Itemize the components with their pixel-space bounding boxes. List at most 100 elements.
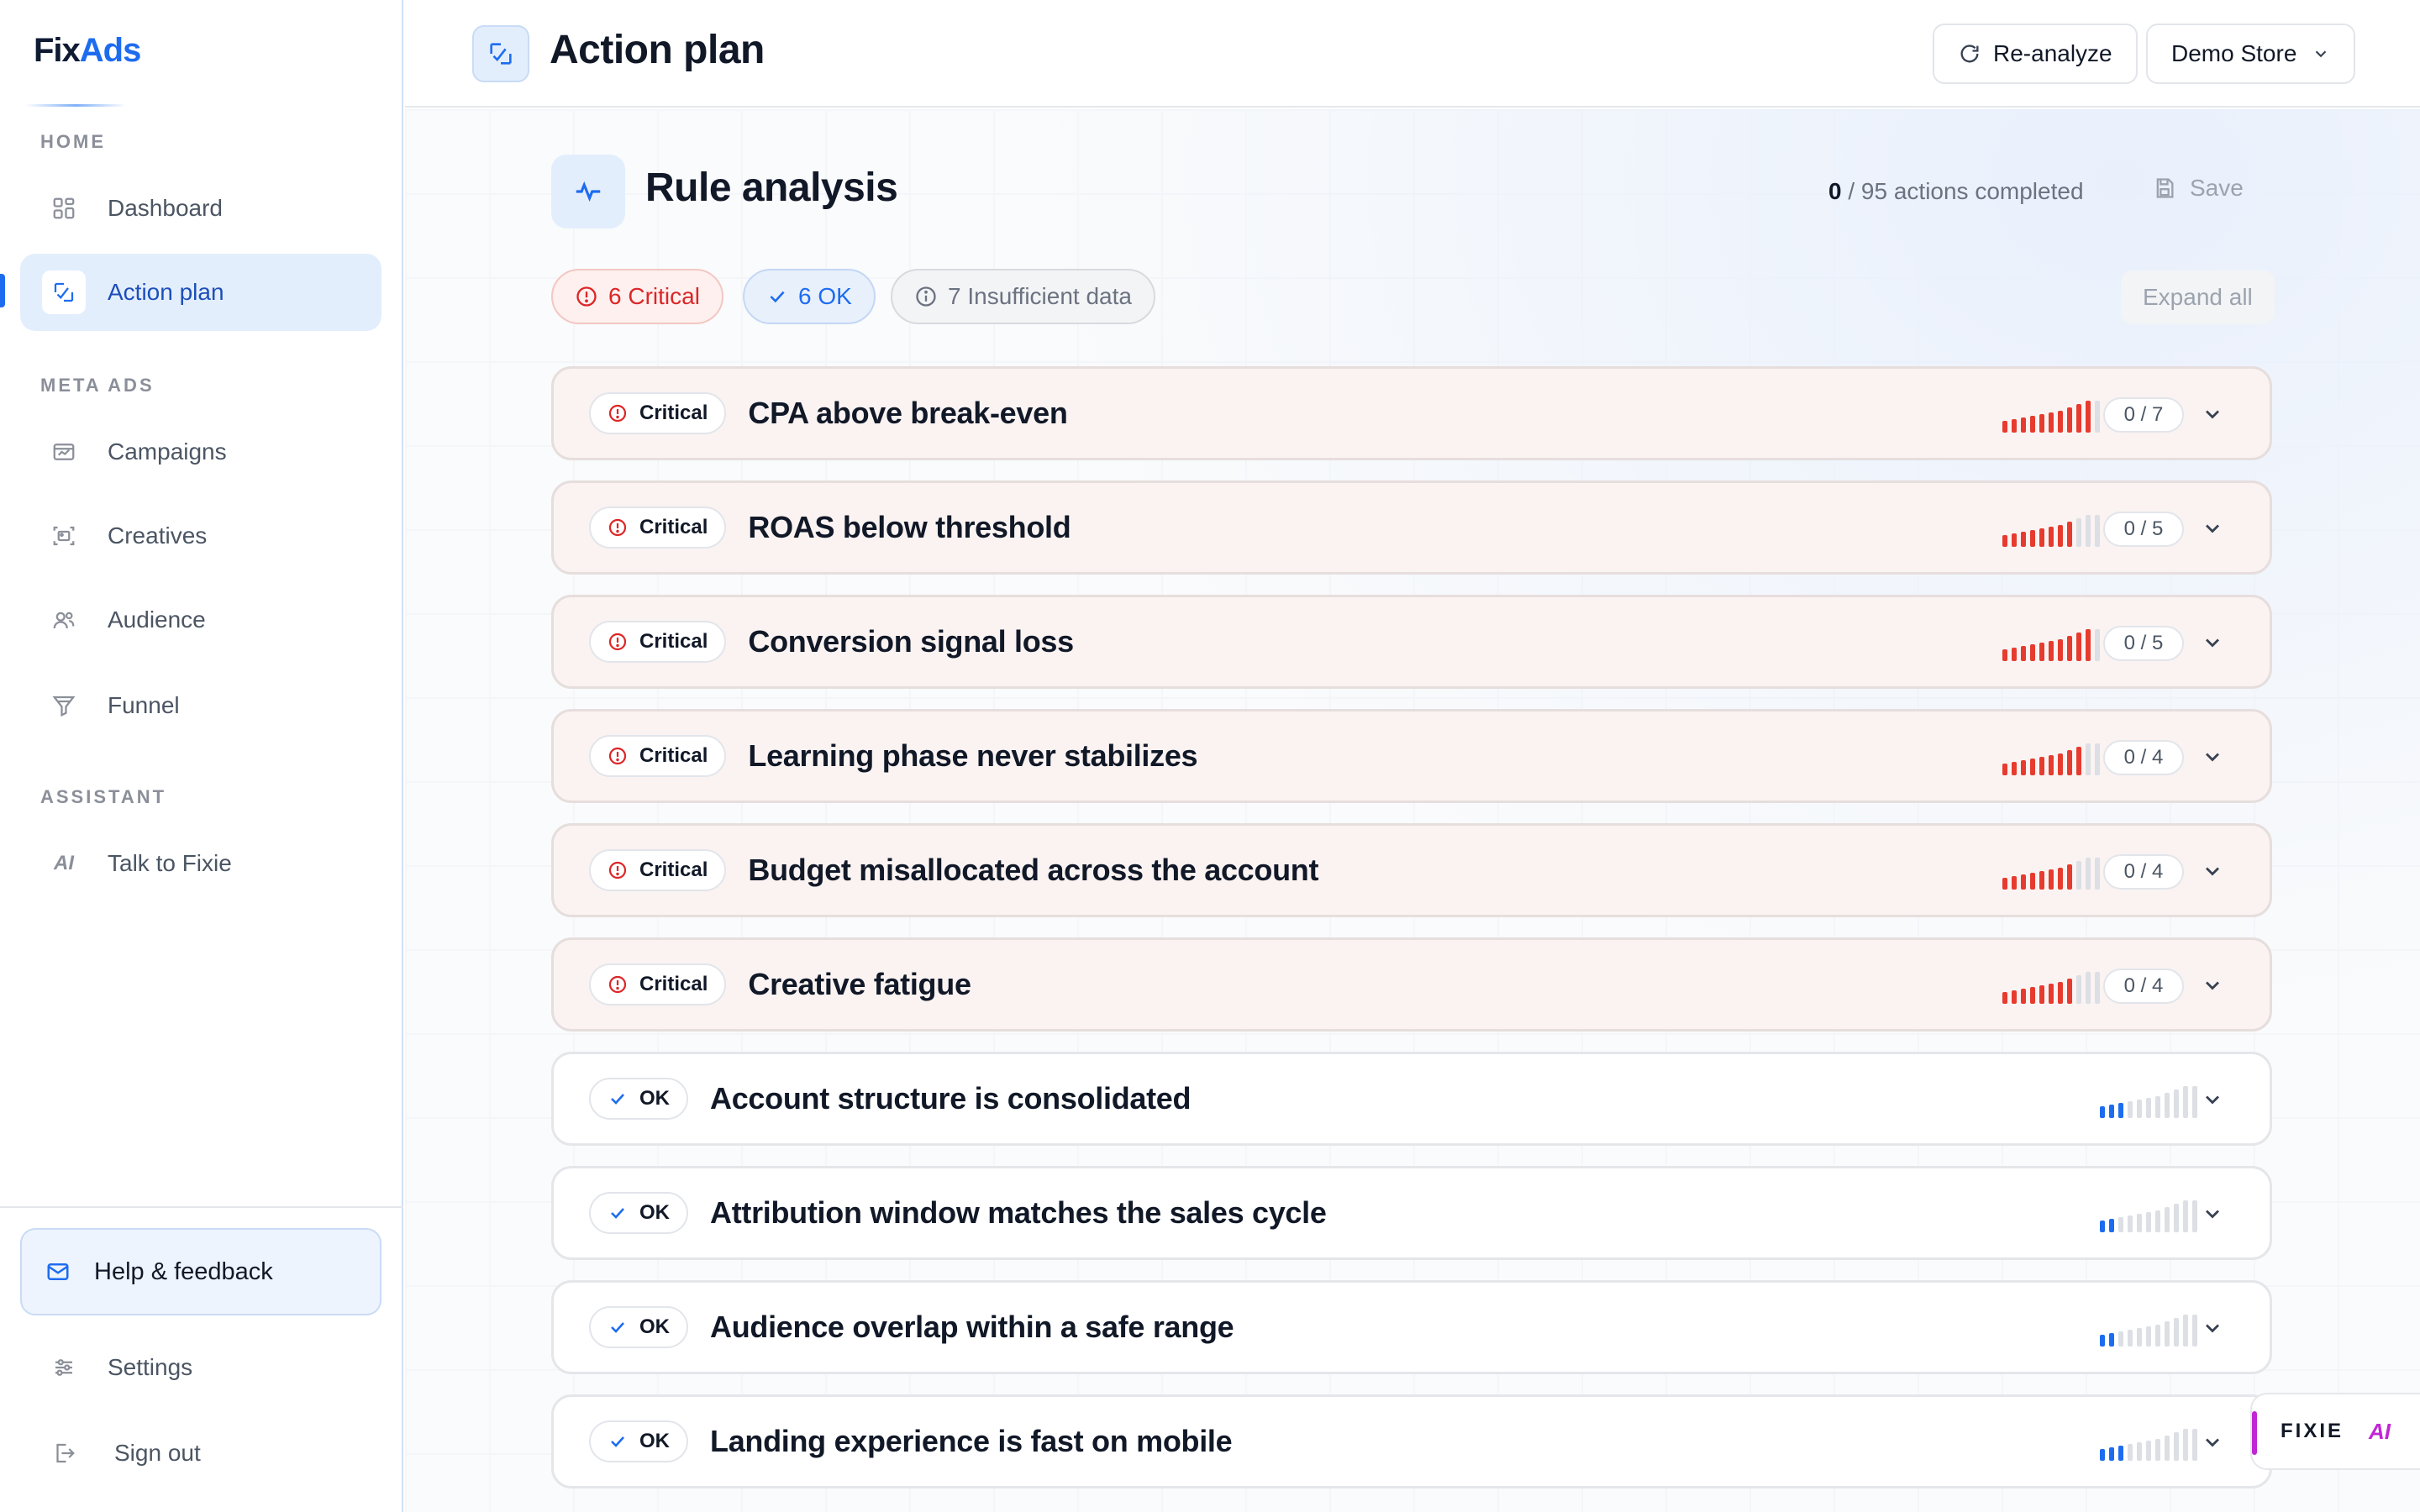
logo-text: Fix — [34, 32, 81, 69]
active-indicator — [0, 274, 5, 307]
severity-bar — [2146, 1098, 2151, 1118]
severity-bar — [2039, 757, 2044, 775]
severity-bar — [2155, 1439, 2160, 1461]
severity-bar — [2192, 1429, 2197, 1461]
logo-accent-text: Ads — [79, 32, 142, 69]
sidebar-item-funnel[interactable]: Funnel — [20, 667, 381, 744]
filter-critical-label: 6 Critical — [608, 283, 700, 309]
chevron-down-icon[interactable] — [2201, 974, 2224, 1001]
rule-row[interactable]: Critical CPA above break-even 0 / 7 — [551, 366, 2272, 460]
rule-row[interactable]: Critical ROAS below threshold 0 / 5 — [551, 480, 2272, 575]
page-title: Action plan — [550, 28, 765, 72]
severity-bar — [2086, 858, 2091, 890]
severity-bar — [2058, 411, 2063, 433]
rule-row[interactable]: Critical Conversion signal loss 0 / 5 — [551, 595, 2272, 689]
ok-badge: OK — [589, 1420, 688, 1462]
rule-title: Conversion signal loss — [748, 624, 1074, 659]
severity-bar — [2174, 1432, 2179, 1461]
severity-bar — [2021, 760, 2026, 775]
status-badge-label: OK — [639, 1087, 670, 1110]
rule-row[interactable]: Critical Budget misallocated across the a… — [551, 823, 2272, 917]
severity-meter — [2100, 1315, 2202, 1347]
chevron-down-icon[interactable] — [2201, 1431, 2224, 1458]
expand-all-button[interactable]: Expand all — [2121, 270, 2275, 324]
severity-bar — [2076, 975, 2081, 1004]
severity-bar — [2021, 646, 2026, 661]
chevron-down-icon[interactable] — [2201, 517, 2224, 544]
chevron-down-icon[interactable] — [2201, 745, 2224, 773]
filter-critical[interactable]: 6 Critical — [551, 269, 723, 324]
severity-bar — [2039, 871, 2044, 890]
app-logo[interactable]: FixAds — [34, 32, 142, 70]
re-analyze-button[interactable]: Re-analyze — [1933, 24, 2138, 84]
status-badge-label: Critical — [639, 630, 708, 653]
funnel-icon — [42, 684, 86, 727]
sidebar-item-settings[interactable]: Settings — [20, 1329, 381, 1406]
severity-bar — [2095, 743, 2100, 775]
rule-row[interactable]: Critical Learning phase never stabilizes 0… — [551, 709, 2272, 803]
critical-badge: Critical — [589, 735, 727, 777]
chevron-down-icon[interactable] — [2201, 402, 2224, 430]
severity-bar — [2058, 868, 2063, 890]
rule-title: Audience overlap within a safe range — [710, 1310, 1234, 1344]
sidebar-item-campaigns[interactable]: Campaigns — [20, 413, 381, 491]
severity-bar — [2086, 515, 2091, 547]
severity-bar — [2039, 985, 2044, 1004]
severity-meter — [2002, 743, 2104, 775]
severity-bar — [2030, 987, 2035, 1004]
severity-bar — [2100, 1449, 2105, 1461]
chevron-down-icon[interactable] — [2201, 1202, 2224, 1230]
sidebar-item-label: Talk to Fixie — [108, 850, 232, 876]
severity-bar — [2067, 636, 2072, 661]
rule-row[interactable]: OK Audience overlap within a safe range — [551, 1280, 2272, 1374]
help-feedback-button[interactable]: Help & feedback — [20, 1228, 381, 1315]
severity-bar — [2128, 1330, 2133, 1347]
rule-row[interactable]: OK Account structure is consolidated — [551, 1052, 2272, 1146]
severity-bar — [2076, 747, 2081, 775]
filter-ok-label: 6 OK — [798, 283, 852, 309]
check-icon — [611, 1208, 624, 1219]
critical-badge: Critical — [589, 507, 727, 549]
filter-ok[interactable]: 6 OK — [743, 269, 876, 324]
sidebar-item-creatives[interactable]: Creatives — [20, 497, 381, 575]
severity-bar — [2067, 522, 2072, 547]
chevron-down-icon[interactable] — [2201, 859, 2224, 887]
audience-icon — [42, 598, 86, 642]
store-selector[interactable]: Demo Store — [2146, 24, 2356, 84]
sidebar-item-talk-to-fixie[interactable]: AI Talk to Fixie — [20, 825, 381, 902]
section-label-home: HOME — [40, 131, 106, 152]
sidebar-item-dashboard[interactable]: Dashboard — [20, 170, 381, 247]
severity-bar — [2165, 1093, 2170, 1118]
chevron-down-icon[interactable] — [2201, 1316, 2224, 1344]
sidebar-item-audience[interactable]: Audience — [20, 581, 381, 659]
chevron-down-icon — [2316, 50, 2327, 58]
actions-count: 0 / 5 — [2103, 512, 2184, 547]
rule-row[interactable]: Critical Creative fatigue 0 / 4 — [551, 937, 2272, 1032]
actions-count: 0 / 4 — [2103, 969, 2184, 1004]
severity-bar — [2118, 1446, 2123, 1461]
severity-bar — [2095, 629, 2100, 661]
sidebar-item-label: Settings — [108, 1354, 193, 1380]
severity-bar — [2049, 641, 2054, 661]
severity-bar — [2030, 873, 2035, 890]
rule-row[interactable]: OK Attribution window matches the sales c… — [551, 1166, 2272, 1260]
severity-bar — [2109, 1105, 2114, 1118]
chevron-down-icon[interactable] — [2201, 631, 2224, 659]
campaigns-icon — [42, 430, 86, 474]
severity-bar — [2021, 417, 2026, 433]
severity-bar — [2086, 629, 2091, 661]
severity-bar — [2100, 1335, 2105, 1347]
severity-bar — [2058, 525, 2063, 547]
rule-row[interactable]: OK Landing experience is fast on mobile — [551, 1394, 2272, 1488]
sidebar-item-action-plan[interactable]: Action plan — [20, 254, 381, 331]
severity-bar — [2155, 1096, 2160, 1118]
severity-bar — [2165, 1321, 2170, 1347]
severity-bar — [2076, 861, 2081, 890]
sidebar-item-sign-out[interactable]: Sign out — [20, 1415, 381, 1492]
severity-bar — [2086, 743, 2091, 775]
severity-bar — [2095, 515, 2100, 547]
filter-insufficient-data[interactable]: 7 Insufficient data — [891, 269, 1155, 324]
chevron-down-icon[interactable] — [2201, 1088, 2224, 1116]
save-button[interactable]: Save — [2153, 175, 2244, 202]
fixie-assistant-launcher[interactable]: FIXIE AI — [2250, 1393, 2420, 1470]
